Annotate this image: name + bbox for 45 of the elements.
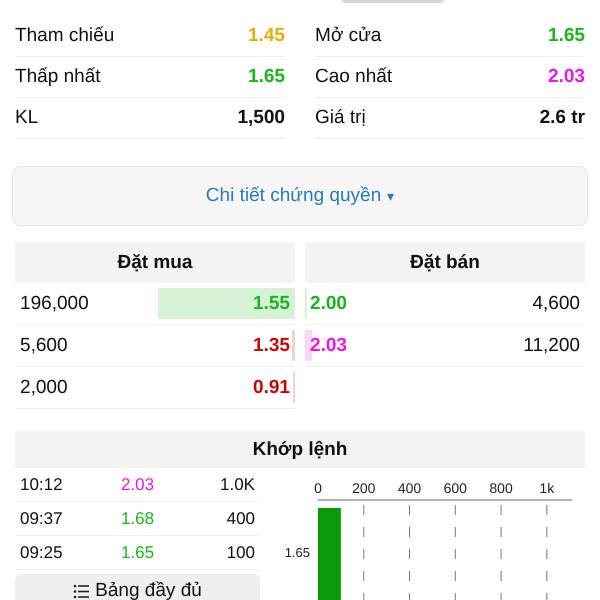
trade-price: 1.68 [120,508,156,528]
list-icon [73,584,90,598]
axis-tick-label: 800 [489,480,513,496]
stat-value: 1,500 [237,107,285,129]
stat-value: 2.6 tr [540,107,585,129]
stat-label: Mở cửa [315,25,382,47]
price-label: 1.65 [284,545,310,560]
ask-volume: 4,600 [532,292,580,314]
stat-label: Tham chiếu [15,25,114,47]
bid-volume: 5,600 [20,334,68,356]
trade-time: 09:37 [20,508,64,528]
stat-value: 1.45 [248,25,285,47]
stat-label: Thấp nhất [15,66,101,88]
stat-value: 1.65 [548,25,585,47]
ask-price: 2.03 [310,334,347,356]
bid-volume: 196,000 [20,292,89,314]
trade-time: 10:12 [20,474,64,494]
trade-price: 1.65 [120,542,156,562]
full-table-button[interactable]: Bảng đầy đủ [15,574,260,600]
stat-value: 1.65 [248,66,285,88]
column-header: Đặt bán [305,242,585,283]
stat-value: 2.03 [548,66,585,88]
section-header: Khớp lệnh [15,431,585,468]
warrant-details-button[interactable]: Chi tiết chứng quyền ▾ [12,166,588,226]
ask-price: 2.00 [310,292,347,314]
trade-volume: 1.0K [219,474,255,494]
trade-volume: 100 [226,542,255,562]
bid-price: 1.55 [253,292,290,314]
trade-time: 09:25 [20,542,64,562]
ask-volume: 11,200 [523,334,580,356]
trade-price: 2.03 [120,474,156,494]
stat-label: Cao nhất [315,66,392,88]
stat-label: Giá trị [315,107,366,129]
axis-tick-label: 400 [398,480,422,496]
bid-price: 0.91 [253,376,290,398]
caret-icon: ▾ [387,188,394,204]
axis-tick-label: 200 [352,480,376,496]
bid-price: 1.35 [253,334,290,356]
column-header: Đặt mua [15,242,295,283]
axis-tick-label: 600 [444,480,467,496]
axis-tick-label: 1k [539,480,554,496]
stat-label: KL [15,107,38,129]
axis-tick-label: 0 [314,480,322,496]
trade-volume: 400 [226,508,255,528]
bid-volume: 2,000 [20,376,68,398]
